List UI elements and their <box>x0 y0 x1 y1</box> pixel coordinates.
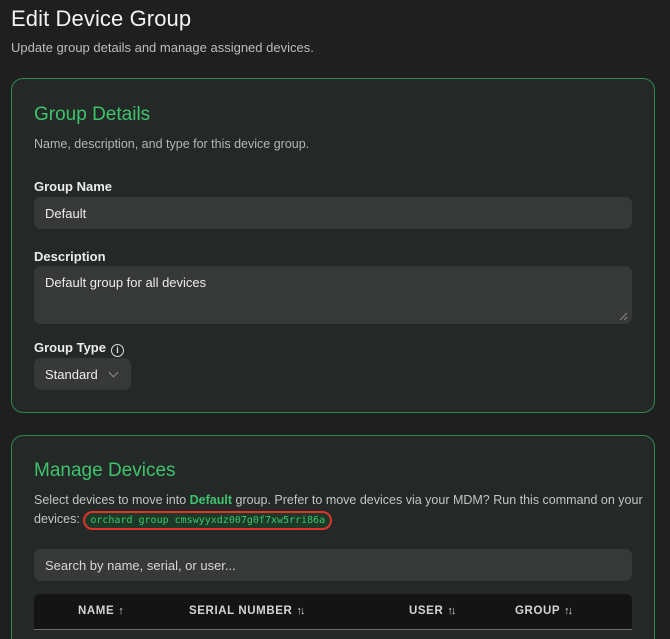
edit-device-group-page: Edit Device Group Update group details a… <box>0 0 670 639</box>
description-label: Description <box>34 249 106 264</box>
column-header-user[interactable]: USER ↑↓ <box>409 605 456 617</box>
group-type-value: Standard <box>45 366 98 382</box>
instructions-text-before: Select devices to move into <box>34 493 190 507</box>
mdm-command[interactable]: orchard group cmswyyxdz007g0f7xw5rri86a <box>83 511 333 530</box>
group-name-label: Group Name <box>34 179 113 194</box>
manage-devices-card: Manage Devices Select devices to move in… <box>11 435 655 639</box>
column-header-name[interactable]: NAME ↑ <box>78 605 124 617</box>
description-textarea[interactable]: Default group for all devices <box>34 266 632 324</box>
chevron-down-icon <box>108 367 119 377</box>
page-title: Edit Device Group <box>11 6 192 31</box>
sort-ascending-icon: ↑ <box>118 605 123 617</box>
device-search-input[interactable] <box>34 549 632 581</box>
page-subtitle: Update group details and manage assigned… <box>11 40 314 55</box>
group-details-card: Group Details Name, description, and typ… <box>11 78 655 413</box>
group-name-input[interactable] <box>34 197 632 229</box>
group-details-description: Name, description, and type for this dev… <box>34 137 310 151</box>
column-header-group[interactable]: GROUP ↑↓ <box>515 605 573 617</box>
info-icon[interactable]: i <box>110 344 124 357</box>
manage-devices-title: Manage Devices <box>34 460 176 481</box>
manage-devices-instructions: Select devices to move into Default grou… <box>34 491 644 530</box>
column-header-serial-number[interactable]: SERIAL NUMBER ↑↓ <box>189 605 305 617</box>
resize-grip-icon[interactable] <box>618 311 628 321</box>
sort-icon: ↑↓ <box>447 605 456 617</box>
group-type-label-row: Group Type i <box>34 340 124 357</box>
devices-table-header: NAME ↑ SERIAL NUMBER ↑↓ USER ↑↓ GROUP ↑↓ <box>34 594 632 630</box>
group-type-label: Group Type <box>34 340 106 355</box>
target-group-name: Default <box>189 493 233 507</box>
sort-icon: ↑↓ <box>296 605 305 617</box>
group-type-select[interactable]: Standard <box>34 358 131 390</box>
group-details-title: Group Details <box>34 104 151 125</box>
sort-icon: ↑↓ <box>564 605 573 617</box>
